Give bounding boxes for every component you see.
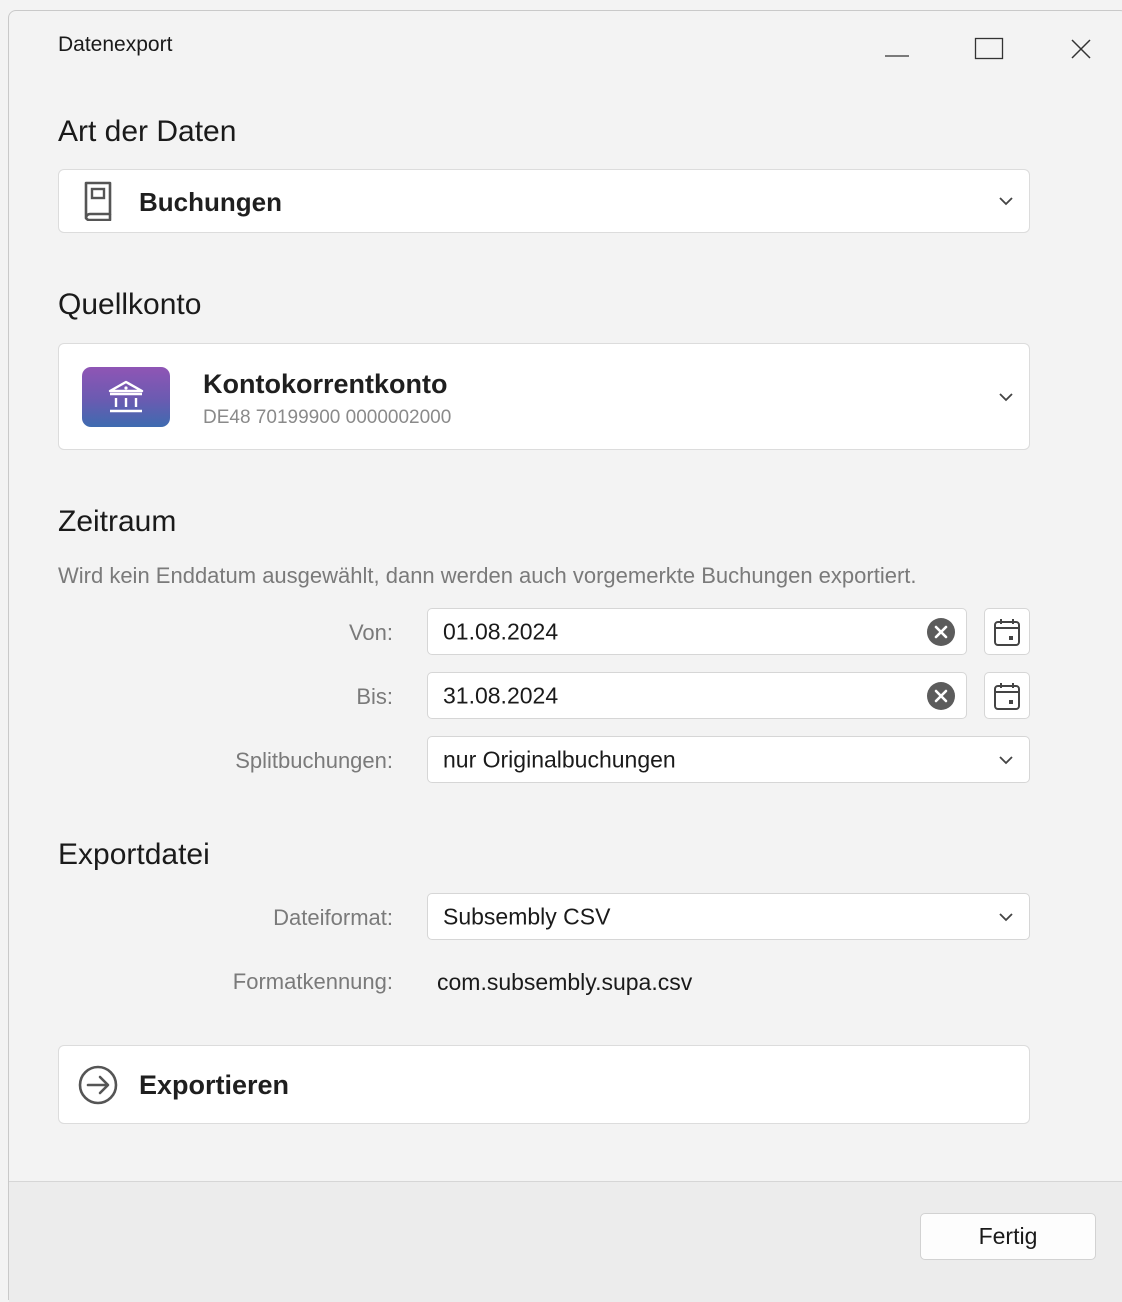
to-label: Bis: <box>356 684 393 709</box>
book-icon <box>84 181 112 221</box>
from-date-value: 01.08.2024 <box>443 618 559 644</box>
export-file-heading: Exportdatei <box>58 838 210 871</box>
account-name: Kontokorrentkonto <box>203 369 448 399</box>
to-date-input[interactable]: 31.08.2024 <box>427 672 967 719</box>
window-title: Datenexport <box>58 33 173 56</box>
format-select[interactable]: Subsembly CSV <box>427 893 1030 940</box>
account-iban: DE48 70199900 0000002000 <box>203 407 452 428</box>
maximize-icon <box>974 37 1004 60</box>
minimize-button[interactable] <box>875 29 919 69</box>
minimize-icon <box>885 55 909 57</box>
chevron-down-icon <box>999 912 1013 921</box>
arrow-right-circle-icon <box>78 1065 118 1105</box>
calendar-icon <box>994 618 1020 646</box>
format-label: Dateiformat: <box>273 905 393 930</box>
bank-icon <box>108 380 144 413</box>
split-label: Splitbuchungen: <box>235 748 393 773</box>
from-calendar-button[interactable] <box>984 608 1030 655</box>
close-icon <box>1071 39 1091 59</box>
calendar-icon <box>994 682 1020 710</box>
to-calendar-button[interactable] <box>984 672 1030 719</box>
to-date-value: 31.08.2024 <box>443 682 559 708</box>
data-type-value: Buchungen <box>139 187 282 217</box>
close-button[interactable] <box>1059 29 1103 69</box>
from-label: Von: <box>348 620 393 645</box>
source-account-heading: Quellkonto <box>58 288 202 321</box>
format-id-label: Formatkennung: <box>232 969 393 994</box>
export-label: Exportieren <box>139 1070 290 1100</box>
done-button[interactable]: Fertig <box>920 1213 1096 1260</box>
bank-account-avatar <box>82 367 170 427</box>
maximize-button[interactable] <box>967 29 1011 69</box>
chevron-down-icon <box>999 392 1013 401</box>
format-id-value: com.subsembly.supa.csv <box>437 969 693 995</box>
chevron-down-icon <box>999 755 1013 764</box>
clear-icon[interactable] <box>926 681 956 711</box>
source-account-select[interactable]: Kontokorrentkonto DE48 70199900 00000020… <box>58 343 1030 450</box>
from-date-input[interactable]: 01.08.2024 <box>427 608 967 655</box>
data-type-heading: Art der Daten <box>58 115 237 148</box>
export-dialog: Datenexport Art der Daten Buchungen Quel… <box>8 10 1122 1302</box>
period-hint: Wird kein Enddatum ausgewählt, dann werd… <box>58 563 917 588</box>
format-value: Subsembly CSV <box>443 903 611 929</box>
clear-icon[interactable] <box>926 617 956 647</box>
chevron-down-icon <box>999 197 1013 206</box>
split-value: nur Originalbuchungen <box>443 746 676 772</box>
split-select[interactable]: nur Originalbuchungen <box>427 736 1030 783</box>
data-type-select[interactable]: Buchungen <box>58 169 1030 233</box>
export-button[interactable]: Exportieren <box>58 1045 1030 1124</box>
period-heading: Zeitraum <box>58 505 177 538</box>
